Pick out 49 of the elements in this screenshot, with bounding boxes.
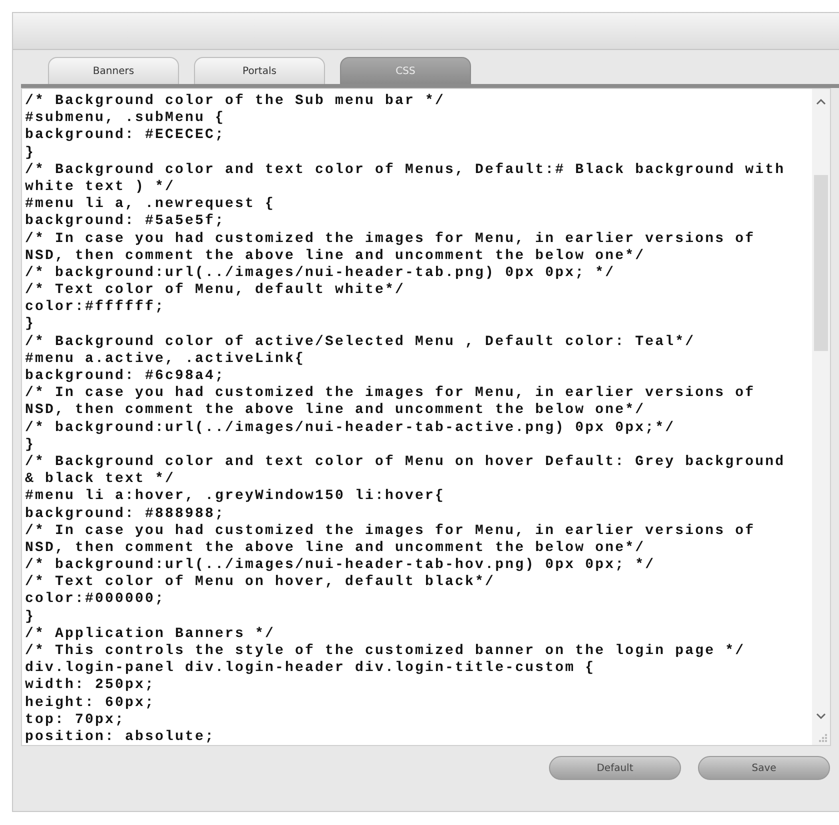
- code-line: NSD, then comment the above line and uncomment the below one*/: [25, 540, 646, 558]
- code-line: /* Text color of Menu on hover, default black*/: [25, 574, 496, 592]
- code-line: NSD, then comment the above line and uncomment the below one*/: [25, 248, 646, 265]
- code-line: /* Background color and text color of Menu on hover Default: Grey background: [25, 454, 786, 472]
- code-line: background: #5a5e5f;: [25, 213, 226, 230]
- code-line: background: #888988;: [25, 506, 226, 523]
- code-line: #menu li a:hover, .greyWindow150 li:hover{: [25, 488, 446, 506]
- code-line: }: [25, 608, 36, 626]
- tab[interactable]: Portals: [194, 57, 325, 84]
- code-line: color:#000000;: [25, 591, 166, 609]
- code-line: /* This controls the style of the customized banner on the login page */: [25, 643, 746, 660]
- code-line: /* In case you had customized the images for Menu, in earlier versions of: [25, 230, 756, 248]
- code-line: /* Background color of the Sub menu bar */: [25, 93, 446, 110]
- code-line: /* Application Banners */: [25, 626, 276, 643]
- code-line: /* background:url(../images/nui-header-tab-active.png) 0px 0px;*/: [25, 420, 676, 437]
- code-line: width: 250px;: [25, 677, 156, 695]
- code-line: #menu a.active, .activeLink{: [25, 350, 306, 368]
- code-line: #menu li a, .newrequest {: [25, 196, 276, 214]
- code-line: position: absolute;: [25, 728, 216, 745]
- scroll-down-icon[interactable]: [816, 713, 826, 719]
- code-line: /* In case you had customized the images for Menu, in earlier versions of: [25, 522, 756, 540]
- action-button[interactable]: Save: [698, 756, 830, 780]
- code-line: NSD, then comment the above line and uncomment the below one*/: [25, 402, 646, 420]
- code-line: div.login-panel div.login-header div.login-title-custom {: [25, 660, 596, 678]
- code-line: /* Background color of active/Selected Menu , Default color: Teal*/: [25, 334, 696, 351]
- tab[interactable]: CSS: [340, 57, 471, 84]
- action-button[interactable]: Default: [549, 756, 681, 780]
- code-line: }: [25, 436, 36, 454]
- code-line: /* Background color and text color of Menus, Default:# Black background with: [25, 162, 786, 179]
- code-line: /* In case you had customized the images for Menu, in earlier versions of: [25, 385, 756, 402]
- code-line: /* background:url(../images/nui-header-tab.png) 0px 0px; */: [25, 264, 616, 282]
- code-line: background: #6c98a4;: [25, 368, 226, 386]
- code-line: /* background:url(../images/nui-header-tab-hov.png) 0px 0px; */: [25, 557, 656, 574]
- code-line: }: [25, 144, 36, 162]
- tab[interactable]: Banners: [48, 57, 179, 84]
- code-editor[interactable]: [21, 88, 831, 746]
- scrollbar[interactable]: [812, 89, 830, 745]
- code-line: height: 60px;: [25, 694, 156, 712]
- code-line: top: 70px;: [25, 712, 126, 729]
- code-line: }: [25, 316, 36, 334]
- code-line: #submenu, .subMenu {: [25, 110, 226, 128]
- code-line: background: #ECECEC;: [25, 127, 226, 145]
- code-line: /* Text color of Menu, default white*/: [25, 282, 406, 300]
- code-line: white text ) */: [25, 178, 176, 196]
- scroll-up-icon[interactable]: [816, 99, 826, 105]
- resize-grip-icon[interactable]: [819, 734, 827, 742]
- scroll-thumb[interactable]: [814, 175, 828, 351]
- code-line: & black text */: [25, 471, 176, 488]
- code-line: color:#ffffff;: [25, 299, 166, 316]
